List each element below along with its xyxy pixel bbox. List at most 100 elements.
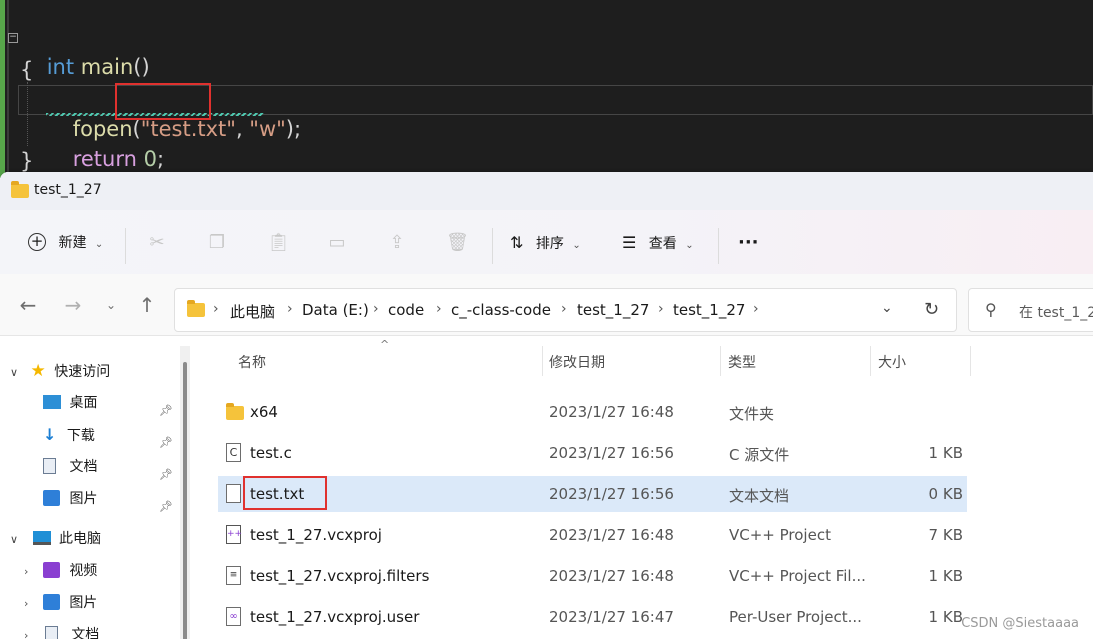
sidebar-item-this-pc[interactable]: ∨ 此电脑	[10, 525, 101, 553]
view-button[interactable]: ☰ 查看 ⌄	[622, 230, 694, 256]
chevron-down-icon: ⌄	[685, 240, 694, 251]
indent-guide	[27, 82, 28, 146]
delete-icon[interactable]: 🗑︎	[446, 232, 469, 254]
cut-icon[interactable]: ✂	[146, 232, 168, 254]
file-explorer-window: test_1_27 + 新建 ⌄ ✂ ❐ 📋︎ ▭ ⇪ 🗑︎ ⇅ 排序 ⌄ ☰ …	[0, 172, 1093, 639]
chevron-right-icon: ›	[24, 597, 29, 610]
sidebar-scrollbar[interactable]	[180, 346, 190, 639]
search-placeholder: 在 test_1_2	[1019, 305, 1093, 321]
column-header-type[interactable]: 类型	[728, 352, 756, 372]
sidebar-item-label: 此电脑	[58, 531, 101, 547]
file-date: 2023/1/27 16:48	[549, 526, 674, 544]
file-type: C 源文件	[729, 446, 790, 464]
keyword: return	[72, 147, 137, 171]
share-icon[interactable]: ⇪	[386, 232, 408, 254]
sidebar-item-quick-access[interactable]: ∨ ★ 快速访问	[10, 357, 110, 385]
up-icon[interactable]: ↑	[136, 294, 158, 316]
sidebar-item-label: 下载	[66, 428, 95, 444]
sidebar-item-label: 视频	[69, 563, 98, 579]
breadcrumb-item[interactable]: Data (E:)	[302, 301, 369, 319]
column-divider	[542, 346, 543, 376]
table-row[interactable]: ∞ test_1_27.vcxproj.user 2023/1/27 16:47…	[218, 599, 967, 635]
breadcrumb-item[interactable]: 此电脑	[230, 301, 275, 322]
column-header-date[interactable]: 修改日期	[549, 352, 605, 372]
chevron-down-icon[interactable]: ⌄	[881, 300, 893, 316]
sidebar-item-videos[interactable]: › 视频	[24, 557, 97, 585]
address-bar-row: ← → ⌄ ↑ › 此电脑 › Data (E:) › code › c_-cl…	[0, 274, 1093, 336]
chevron-down-icon: ∨	[10, 533, 19, 546]
rename-icon[interactable]: ▭	[326, 232, 348, 254]
punctuation: ()	[133, 55, 150, 79]
sort-icon: ⇅	[510, 233, 524, 252]
table-row[interactable]: x64 2023/1/27 16:48 文件夹	[218, 394, 967, 430]
title-bar[interactable]: test_1_27	[0, 172, 1093, 210]
new-button[interactable]: + 新建 ⌄	[28, 230, 103, 256]
table-row[interactable]: ++ test_1_27.vcxproj 2023/1/27 16:48 VC+…	[218, 517, 967, 553]
file-date: 2023/1/27 16:56	[549, 444, 674, 462]
sidebar-item-pictures[interactable]: 图片 📌︎	[43, 485, 183, 513]
address-field[interactable]: › 此电脑 › Data (E:) › code › c_-class-code…	[174, 288, 957, 332]
paste-icon[interactable]: 📋︎	[267, 232, 290, 254]
file-name: test_1_27.vcxproj.filters	[250, 567, 430, 585]
download-icon: ↓	[43, 425, 57, 444]
column-header-size[interactable]: 大小	[878, 352, 906, 372]
breadcrumb-item[interactable]: test_1_27	[673, 301, 745, 319]
file-type: 文件夹	[729, 405, 775, 423]
picture-icon	[42, 593, 60, 610]
chevron-right-icon: ›	[24, 565, 29, 578]
sidebar-item-desktop[interactable]: 桌面 📌︎	[43, 389, 183, 417]
back-icon[interactable]: ←	[17, 294, 39, 316]
table-row[interactable]: C test.c 2023/1/27 16:56 C 源文件 1 KB	[218, 435, 967, 471]
table-row-selected[interactable]: test.txt 2023/1/27 16:56 文本文档 0 KB	[218, 476, 967, 512]
file-type: 文本文档	[729, 487, 790, 505]
code-line-5: }	[20, 149, 34, 173]
sidebar-item-label: 文档	[71, 627, 100, 639]
c-source-file-icon: C	[226, 443, 241, 462]
document-icon	[43, 457, 56, 474]
scrollbar-thumb[interactable]	[183, 362, 187, 639]
sidebar-item-documents[interactable]: 文档 📌︎	[43, 453, 183, 481]
sidebar-item-label: 图片	[69, 491, 98, 507]
chevron-right-icon: ›	[24, 629, 29, 639]
refresh-icon[interactable]: ↻	[924, 299, 939, 320]
recent-locations-icon[interactable]: ⌄	[100, 294, 122, 316]
chevron-down-icon: ⌄	[572, 240, 581, 251]
search-input[interactable]: ⚲ 在 test_1_2	[968, 288, 1093, 332]
breadcrumb-item[interactable]: c_-class-code	[451, 301, 551, 319]
highlight-box-file	[243, 476, 327, 510]
sidebar-item-pictures-pc[interactable]: › 图片	[24, 589, 97, 617]
function-name: main	[80, 55, 134, 79]
more-options-icon[interactable]: ···	[738, 230, 759, 256]
new-label: 新建	[58, 235, 87, 251]
sort-button[interactable]: ⇅ 排序 ⌄	[510, 230, 581, 256]
file-size: 1 KB	[928, 444, 963, 462]
folder-icon	[226, 403, 244, 420]
view-label: 查看	[648, 236, 677, 252]
string-literal: "w"	[249, 117, 286, 141]
chevron-down-icon: ⌄	[94, 239, 104, 250]
file-name: test_1_27.vcxproj.user	[250, 608, 420, 626]
sidebar-item-downloads[interactable]: ↓ 下载 📌︎	[43, 421, 183, 449]
breadcrumb-item[interactable]: test_1_27	[577, 301, 649, 319]
column-header-name[interactable]: 名称	[238, 352, 266, 372]
column-divider	[970, 346, 971, 376]
sidebar-item-label: 图片	[69, 595, 98, 611]
forward-icon[interactable]: →	[62, 294, 84, 316]
highlight-box-filename	[115, 83, 211, 120]
sort-ascending-icon: ^	[380, 338, 390, 351]
copy-icon[interactable]: ❐	[206, 232, 228, 254]
folder-icon	[11, 181, 29, 198]
table-row[interactable]: ≡ test_1_27.vcxproj.filters 2023/1/27 16…	[218, 558, 967, 594]
code-editor[interactable]: − int main() { fopen("test.txt", "w"); r…	[0, 0, 1093, 178]
watermark: CSDN @Siestaaaa	[961, 616, 1079, 631]
file-name: x64	[250, 403, 278, 421]
sidebar-item-label: 快速访问	[54, 364, 111, 380]
file-type: VC++ Project Fil...	[729, 567, 866, 585]
file-name: test.c	[250, 444, 292, 462]
collapse-icon[interactable]: −	[8, 33, 18, 43]
breadcrumb-item[interactable]: code	[388, 301, 424, 319]
window-title: test_1_27	[34, 182, 102, 198]
sidebar-item-documents-pc[interactable]: › 文档	[24, 621, 99, 639]
sort-label: 排序	[535, 236, 564, 252]
toolbar-divider	[125, 228, 126, 264]
